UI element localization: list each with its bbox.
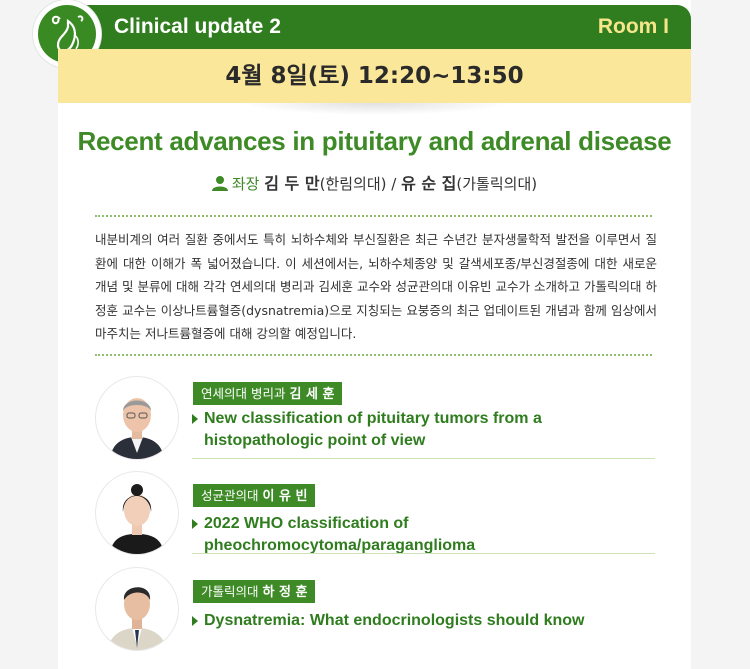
session-description: 내분비계의 여러 질환 중에서도 특히 뇌하수체와 부신질환은 최근 수년간 분… [95, 232, 657, 341]
chair-separator: / [386, 175, 402, 193]
speaker-affiliation: 성균관의대 [201, 488, 259, 503]
divider-top [95, 215, 652, 217]
session-category: Clinical update 2 [114, 15, 281, 38]
chair2-affiliation: (가톨릭의대) [456, 175, 538, 193]
talk-title: Dysnatremia: What endocrinologists shoul… [192, 610, 657, 632]
chair1-name: 김 두 만 [264, 174, 320, 193]
session-title: Recent advances in pituitary and adrenal… [77, 126, 672, 156]
chairpersons: 좌장 김 두 만(한림의대) / 유 순 집(가톨릭의대) [58, 170, 691, 194]
speaker-tag: 가톨릭의대 하 정 훈 [193, 580, 316, 603]
triangle-bullet-icon [192, 519, 198, 529]
person-icon [211, 176, 228, 191]
speaker-photo [96, 568, 178, 650]
talk-title: New classification of pituitary tumors f… [192, 408, 657, 452]
speaker-photo [96, 472, 178, 554]
chair-label: 좌장 [231, 175, 260, 193]
speaker-affiliation: 연세의대 병리과 [201, 386, 286, 401]
session-date: 4월 8일(토) 12:20~13:50 [58, 49, 691, 103]
speaker-name: 하 정 훈 [262, 585, 308, 600]
triangle-bullet-icon [192, 414, 198, 424]
talk-divider [192, 458, 655, 459]
speaker-affiliation: 가톨릭의대 [201, 584, 259, 599]
talk-divider [192, 553, 655, 554]
room-label: Room I [597, 15, 669, 38]
chair1-affiliation: (한림의대) [319, 175, 387, 193]
speaker-tag: 연세의대 병리과 김 세 훈 [193, 382, 343, 405]
speaker-name: 김 세 훈 [289, 387, 335, 402]
chair2-name: 유 순 집 [401, 174, 457, 193]
triangle-bullet-icon [192, 616, 198, 626]
session-header: Clinical update 2 Room I [58, 5, 691, 49]
talk-title: 2022 WHO classification of pheochromocyt… [192, 513, 657, 557]
date-shadow [240, 103, 510, 115]
speaker-name: 이 유 빈 [262, 489, 308, 504]
divider-bottom [95, 354, 652, 356]
speaker-tag: 성균관의대 이 유 빈 [193, 484, 316, 507]
speaker-photo [96, 377, 178, 459]
